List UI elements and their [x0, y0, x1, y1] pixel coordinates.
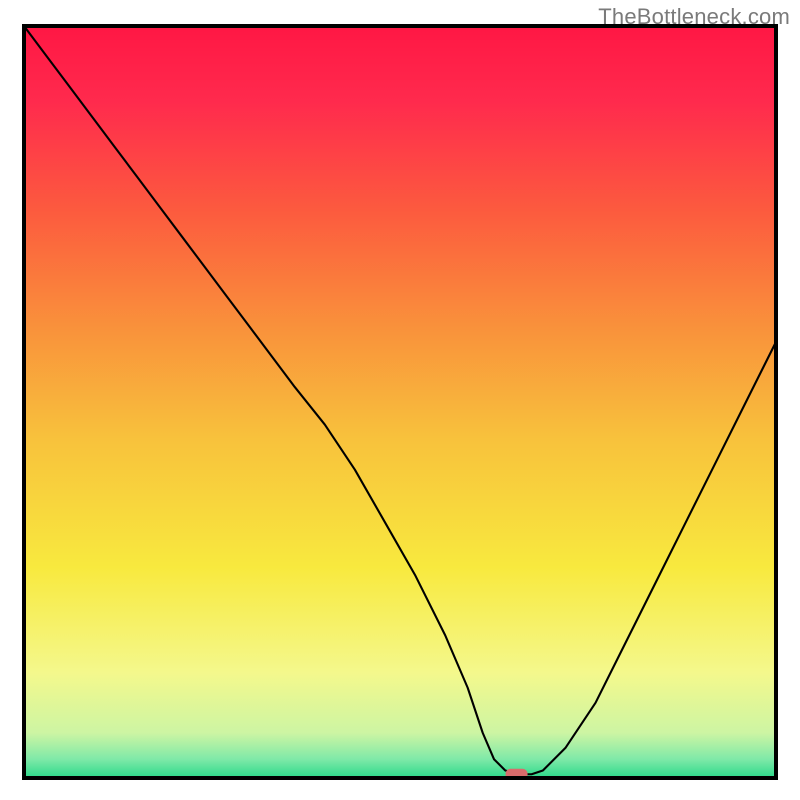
watermark-text: TheBottleneck.com [598, 4, 790, 30]
bottleneck-chart [0, 0, 800, 800]
plot-area [24, 26, 776, 780]
chart-container: { "watermark": "TheBottleneck.com", "cha… [0, 0, 800, 800]
gradient-background [24, 26, 776, 778]
